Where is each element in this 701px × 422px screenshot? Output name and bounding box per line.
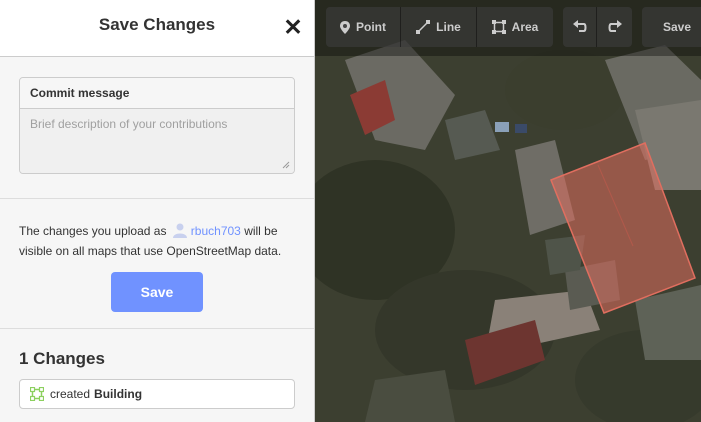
- changes-title: 1 Changes: [19, 349, 105, 368]
- upload-notice: The changes you upload as rbuch703 will …: [19, 221, 295, 261]
- save-button[interactable]: Save: [111, 272, 203, 312]
- close-button[interactable]: ✕: [282, 14, 304, 40]
- sidebar-header: Save Changes ✕: [0, 0, 314, 57]
- change-item[interactable]: created Building: [19, 379, 295, 409]
- save-sidebar: Save Changes ✕ Commit message The change…: [0, 0, 315, 422]
- close-icon: ✕: [283, 14, 303, 40]
- point-icon: [340, 20, 350, 34]
- toolbar-save-button[interactable]: Save: [642, 7, 701, 47]
- point-button[interactable]: Point: [326, 7, 401, 47]
- save-tool: Save: [642, 7, 701, 47]
- username-link[interactable]: rbuch703: [191, 224, 241, 238]
- commit-area: [20, 109, 294, 173]
- area-icon: [30, 387, 44, 401]
- draw-tools: Point Line Area: [326, 7, 553, 47]
- point-label: Point: [356, 20, 386, 34]
- upload-section: The changes you upload as rbuch703 will …: [0, 199, 314, 329]
- line-button[interactable]: Line: [401, 7, 477, 47]
- map-toolbar: Point Line Area Save: [315, 0, 701, 56]
- changes-section: 1 Changes created Building: [0, 329, 314, 409]
- aerial-imagery: [315, 0, 701, 422]
- toolbar-save-label: Save: [662, 20, 692, 34]
- area-draw-icon: [491, 20, 506, 34]
- commit-section: Commit message: [0, 57, 314, 199]
- change-action: created: [50, 387, 91, 401]
- resize-grip-icon[interactable]: [282, 161, 290, 169]
- page-title: Save Changes: [98, 15, 216, 34]
- line-label: Line: [436, 20, 461, 34]
- commit-label: Commit message: [20, 78, 294, 109]
- redo-icon: [608, 20, 622, 32]
- area-label: Area: [511, 20, 539, 34]
- commit-message-input[interactable]: [20, 109, 294, 173]
- user-icon: [172, 223, 187, 238]
- redo-button[interactable]: [597, 7, 632, 47]
- change-feature: Building: [94, 387, 143, 401]
- history-tools: [563, 7, 632, 47]
- upload-prefix: The changes you upload as: [19, 224, 167, 238]
- commit-box: Commit message: [19, 77, 295, 174]
- undo-icon: [572, 20, 586, 32]
- line-icon: [416, 20, 431, 34]
- undo-button[interactable]: [563, 7, 597, 47]
- map-view[interactable]: Point Line Area Save: [315, 0, 701, 422]
- area-button[interactable]: Area: [477, 7, 553, 47]
